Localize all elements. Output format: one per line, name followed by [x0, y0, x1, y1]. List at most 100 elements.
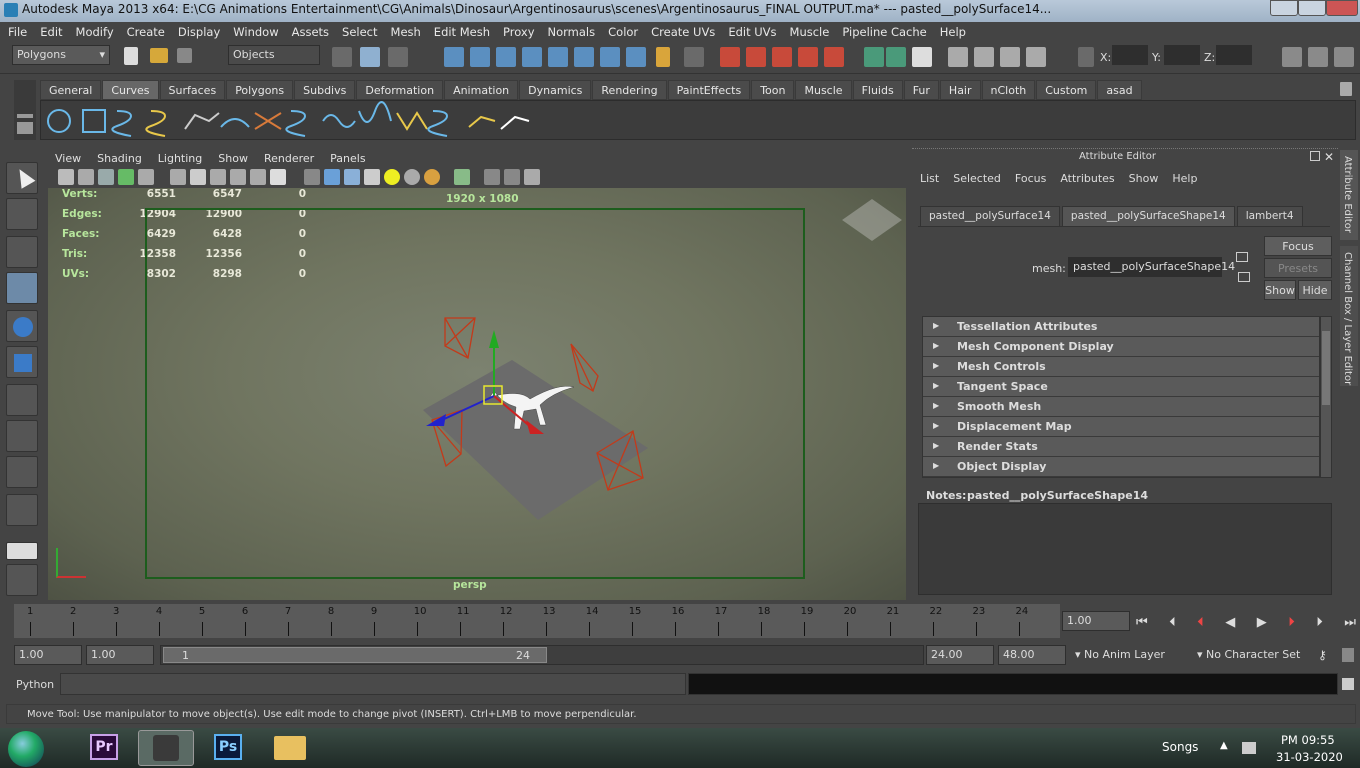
select-object-icon[interactable] — [360, 47, 380, 67]
cv-curve-icon[interactable] — [111, 110, 133, 137]
nurbs-circle-icon[interactable] — [47, 109, 71, 133]
wireframe-icon[interactable] — [304, 169, 320, 185]
camera-attributes-icon[interactable] — [58, 169, 74, 185]
ae-tab-2[interactable]: lambert4 — [1236, 206, 1303, 226]
current-time-field[interactable]: 1.00 — [1062, 611, 1130, 631]
shelf-tab-general[interactable]: General — [40, 80, 102, 100]
shelf-tab-toon[interactable]: Toon — [751, 80, 795, 100]
smooth-shade-icon[interactable] — [324, 169, 340, 185]
step-back-key-icon[interactable]: ⏴ — [1197, 615, 1204, 630]
taskbar-photoshop[interactable]: Ps — [200, 730, 256, 766]
film-gate-icon[interactable] — [138, 169, 154, 185]
ae-section-row[interactable]: ▶ Displacement Map — [923, 417, 1319, 437]
image-plane-icon[interactable] — [98, 169, 114, 185]
magnet-icon-2[interactable] — [746, 47, 766, 67]
go-to-end-icon[interactable]: ⏭ — [1344, 615, 1356, 630]
panel-menu-renderer[interactable]: Renderer — [264, 152, 314, 165]
all-lights-icon[interactable] — [404, 169, 420, 185]
rotate-tool[interactable] — [6, 310, 38, 342]
shelf-tab-painteffects[interactable]: PaintEffects — [667, 80, 751, 100]
preferences-icon[interactable] — [1342, 648, 1354, 662]
insert-knot-icon[interactable] — [468, 115, 496, 128]
menu-mesh[interactable]: Mesh — [391, 25, 421, 39]
side-tab-channel-box[interactable]: Channel Box / Layer Editor — [1340, 246, 1358, 386]
xray-joints-icon[interactable] — [504, 169, 520, 185]
render-globals-icon[interactable] — [1000, 47, 1020, 67]
notes-textarea[interactable] — [918, 503, 1332, 595]
range-slider-track[interactable]: 1 24 — [160, 645, 924, 665]
snap-plane-icon[interactable] — [522, 47, 542, 67]
ae-section-row[interactable]: ▶ Render Stats — [923, 437, 1319, 457]
select-component-icon[interactable] — [388, 47, 408, 67]
nurbs-square-icon[interactable] — [82, 109, 106, 133]
time-slider[interactable]: 1 2 3 4 5 6 7 8 9 10 11 12 13 14 15 16 17 18 19 20 21 22 23 24 — [14, 604, 1060, 638]
ae-tab-1[interactable]: pasted__polySurfaceShape14 — [1061, 206, 1235, 226]
wireframe-on-shaded-icon[interactable] — [344, 169, 360, 185]
z-field[interactable] — [1216, 45, 1252, 65]
show-hidden-icons-icon[interactable]: ▲ — [1220, 740, 1228, 751]
curve-blend-icon[interactable] — [358, 101, 392, 123]
ae-section-row[interactable]: ▶ Mesh Controls — [923, 357, 1319, 377]
help-line-icon[interactable] — [626, 47, 646, 67]
gate-mask-icon[interactable] — [190, 169, 206, 185]
render-frame-icon[interactable] — [864, 47, 884, 67]
tool-settings-toggle-icon[interactable] — [1308, 47, 1328, 67]
perspective-viewport[interactable]: Verts: 6551 6547 0 Edges: 12904 12900 0 Faces: 64… — [48, 188, 906, 600]
menu-edit-mesh[interactable]: Edit Mesh — [434, 25, 490, 39]
ae-menu-list[interactable]: List — [920, 172, 939, 188]
hypershade-icon[interactable] — [948, 47, 968, 67]
close-panel-icon[interactable]: ✕ — [1324, 150, 1334, 164]
scroll-thumb[interactable] — [1322, 331, 1330, 405]
step-forward-key-icon[interactable]: ⏵ — [1288, 615, 1295, 630]
shelf-tab-rendering[interactable]: Rendering — [592, 80, 667, 100]
shelf-tab-asad[interactable]: asad — [1097, 80, 1142, 100]
animation-start-field[interactable]: 1.00 — [14, 645, 82, 665]
presets-button[interactable]: Presets — [1264, 258, 1332, 278]
show-manipulator-tool[interactable] — [6, 456, 38, 488]
new-scene-icon[interactable] — [124, 47, 138, 65]
float-panel-icon[interactable] — [1310, 151, 1320, 161]
safe-action-icon[interactable] — [230, 169, 246, 185]
hide-button[interactable]: Hide — [1298, 280, 1332, 300]
show-button[interactable]: Show — [1264, 280, 1296, 300]
expand-arrow-icon[interactable]: ▶ — [933, 441, 939, 450]
maximize-button[interactable] — [1298, 0, 1326, 16]
isolate-select-icon[interactable] — [454, 169, 470, 185]
shelf-tab-polygons[interactable]: Polygons — [226, 80, 294, 100]
make-live-icon[interactable] — [548, 47, 568, 67]
select-tool[interactable] — [6, 162, 38, 194]
save-scene-icon[interactable] — [177, 48, 192, 63]
step-back-frame-icon[interactable]: ⏴ — [1169, 615, 1176, 630]
panel-menu-show[interactable]: Show — [218, 152, 248, 165]
menu-assets[interactable]: Assets — [292, 25, 329, 39]
single-perspective-layout[interactable] — [6, 542, 38, 560]
expand-arrow-icon[interactable]: ▶ — [933, 361, 939, 370]
command-language-label[interactable]: Python — [16, 678, 54, 691]
intersect-curve-icon[interactable] — [254, 112, 282, 130]
snap-point-icon[interactable] — [496, 47, 516, 67]
shadows-icon[interactable] — [424, 169, 440, 185]
taskbar-explorer[interactable] — [262, 730, 318, 766]
shelf-tab-custom[interactable]: Custom — [1036, 80, 1097, 100]
taskbar-premiere[interactable]: Pr — [78, 730, 134, 766]
render-settings-icon[interactable] — [912, 47, 932, 67]
textured-icon[interactable] — [364, 169, 380, 185]
selection-mode-dropdown[interactable]: Objects — [228, 45, 320, 65]
y-field[interactable] — [1164, 45, 1200, 65]
taskbar-maya[interactable] — [138, 730, 194, 766]
lasso-tool[interactable] — [6, 198, 38, 230]
expand-arrow-icon[interactable]: ▶ — [933, 461, 939, 470]
range-slider-bar[interactable]: 1 24 — [163, 647, 547, 663]
menu-edit-uvs[interactable]: Edit UVs — [728, 25, 776, 39]
paint-select-tool[interactable] — [6, 236, 38, 268]
magnet-icon-3[interactable] — [772, 47, 792, 67]
script-editor-icon[interactable] — [1342, 678, 1354, 690]
panel-menu-view[interactable]: View — [55, 152, 81, 165]
step-forward-frame-icon[interactable]: ⏵ — [1316, 615, 1323, 630]
snap-edge-icon[interactable] — [600, 47, 620, 67]
shelf-tab-muscle[interactable]: Muscle — [795, 80, 852, 100]
menu-edit[interactable]: Edit — [40, 25, 62, 39]
menu-modify[interactable]: Modify — [76, 25, 114, 39]
bookmark-icon[interactable] — [78, 169, 94, 185]
menu-create-uvs[interactable]: Create UVs — [651, 25, 715, 39]
